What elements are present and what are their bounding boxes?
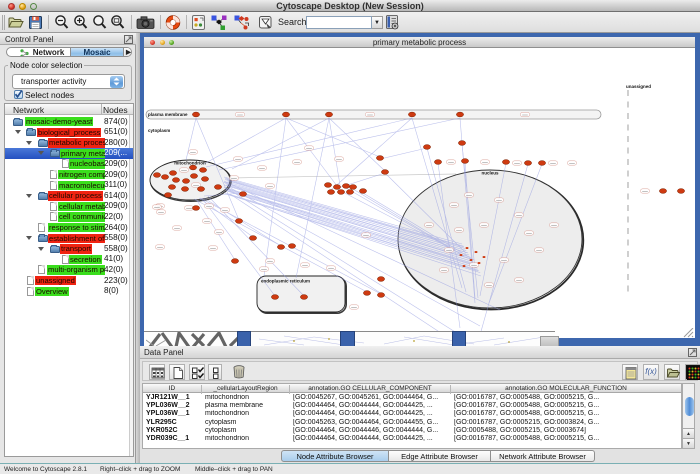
svg-text:nucleus: nucleus	[481, 171, 499, 176]
svg-text:unassigned: unassigned	[626, 84, 651, 89]
svg-text:plasma membrane: plasma membrane	[148, 112, 188, 117]
svg-text:cytoplasm: cytoplasm	[148, 128, 170, 133]
svg-text:endoplasmic reticulum: endoplasmic reticulum	[261, 279, 310, 284]
svg-text:mitochondrion: mitochondrion	[174, 161, 206, 166]
